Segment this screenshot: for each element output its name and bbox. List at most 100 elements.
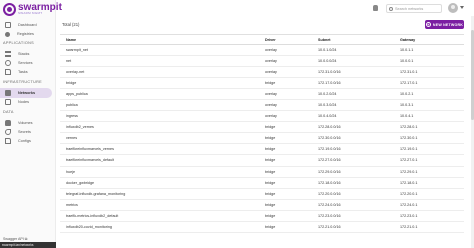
sidebar-item-label: Services [18,61,33,65]
table-row[interactable]: vernes bridge 172.30.0.0/16 172.30.0.1 [60,133,464,145]
sidebar-item-label: Registries [17,32,34,36]
column-header-subnet[interactable]: Subnet [318,35,331,45]
network-gateway: 172.17.0.1 [400,81,418,86]
column-header-gateway[interactable]: Gateway [400,35,415,45]
network-subnet: 10.0.1.0/24 [318,48,337,52]
sidebar-item-label: Volumes [18,121,33,125]
network-subnet: 172.29.0.0/16 [318,169,341,174]
sidebar-item-label: Configs [18,139,31,143]
table-row[interactable]: telegraf-influxdb-grafana_monitoring brid… [60,189,464,200]
table-row[interactable]: docker_gwbridge bridge 172.18.0.0/16 172.18… [60,178,464,189]
network-gateway: 10.0.2.1 [400,92,414,97]
table-row[interactable]: bridge bridge 172.17.0.0/16 172.17.0.1 [60,78,464,90]
network-driver: overlay [265,59,277,64]
network-driver: overlay [265,70,277,75]
network-gateway: 172.28.0.1 [400,125,418,130]
volume-icon [5,120,11,126]
column-header-name[interactable]: Name [66,35,76,45]
user-avatar[interactable] [448,3,458,13]
node-icon [5,99,11,105]
column-header-driver[interactable]: Driver [265,35,276,45]
network-icon [5,90,11,96]
sidebar: swarmpit SWARM MGMT Dashboard Registries… [0,0,62,248]
table-row[interactable]: traefikreinfluxmarvels_vernes bridge 172.1… [60,144,464,156]
section-header-data: DATA [3,110,14,114]
network-gateway: 172.27.0.1 [400,158,418,163]
table-row[interactable]: swarmpit_net overlay 10.0.1.0/24 10.0.1.1 [60,45,464,57]
dashboard-icon [5,22,11,28]
swarmpit-logo-icon [3,2,16,16]
table-header: Name Driver Subnet Gateway [60,35,464,45]
swarmpit-logo[interactable]: swarmpit SWARM MGMT [3,2,62,16]
sidebar-item-label: Dashboard [18,23,37,27]
table-row[interactable]: traefikreinfluxmarvels_default bridge 172.… [60,155,464,167]
add-icon: + [425,22,431,27]
sidebar-item-label: Networks [18,91,36,95]
search-box [386,4,442,13]
network-name: influxdb20-covid_monitoring [66,224,112,229]
network-name: traefikreinfluxmarvels_default [66,158,114,163]
network-gateway: 172.21.0.1 [400,224,418,229]
services-icon [5,60,11,66]
table-row[interactable]: publica overlay 10.0.3.0/24 10.0.3.1 [60,100,464,112]
network-driver: bridge [265,136,276,141]
table-row[interactable]: net overlay 10.0.0.0/24 10.0.0.1 [60,56,464,68]
notification-bell-icon[interactable] [373,5,378,11]
tasks-icon [5,69,11,75]
network-gateway: 172.18.0.1 [400,180,418,185]
network-name: vernes [66,136,78,141]
network-subnet: 172.19.0.0/16 [318,147,341,152]
table-row[interactable]: influxdb2_vernes bridge 172.28.0.0/16 172.2… [60,122,464,134]
network-driver: bridge [265,147,276,152]
table-row[interactable]: influxdb20-covid_monitoring bridge 172.21.… [60,222,464,233]
status-url: swarmpit.lan/networks [0,242,56,248]
network-subnet: 172.23.0.0/16 [318,213,341,218]
network-subnet: 172.31.0.0/16 [318,70,341,75]
sidebar-item-label: Secrets [18,130,31,134]
swagger-api-link[interactable]: Swagger API ⧉ [3,237,27,241]
network-name: overlay-net [66,70,85,75]
network-gateway: 172.23.0.1 [400,213,418,218]
table-row[interactable]: traefik-metrics-influxdb2_default bridge 1… [60,211,464,222]
network-name: telegraf-influxdb-grafana_monitoring [66,191,126,196]
section-header-infrastructure: INFRASTRUCTURE [3,80,43,84]
chevron-down-icon[interactable] [460,6,464,9]
network-name: bridge [66,81,77,86]
sidebar-item-tasks[interactable]: Tasks [0,67,52,77]
network-driver: bridge [265,224,276,229]
network-gateway: 10.0.3.1 [400,103,414,108]
network-name: docker_gwbridge [66,180,95,185]
sidebar-item-nodes[interactable]: Nodes [0,97,52,107]
network-name: publica [66,103,78,108]
network-gateway: 172.20.0.1 [400,191,418,196]
table-row[interactable]: metrics bridge 172.24.0.0/16 172.24.0.1 [60,200,464,211]
sidebar-item-configs[interactable]: Configs [0,136,52,146]
network-driver: bridge [265,81,276,86]
network-subnet: 172.20.0.0/16 [318,191,341,196]
networks-table: Name Driver Subnet Gateway swarmpit_net o… [60,34,464,233]
network-subnet: 172.24.0.0/16 [318,202,341,207]
network-driver: bridge [265,191,276,196]
table-row[interactable]: overlay-net overlay 172.31.0.0/16 172.31.0.… [60,67,464,79]
network-subnet: 172.18.0.0/16 [318,180,341,185]
total-count: Total (21) [62,22,80,27]
secret-icon [5,129,11,135]
network-driver: bridge [265,213,276,218]
network-driver: overlay [265,92,277,97]
table-row[interactable]: ingress overlay 10.0.4.0/24 10.0.4.1 [60,111,464,123]
network-name: hueje [66,169,76,174]
sidebar-item-label: Tasks [18,70,28,74]
table-body: swarmpit_net overlay 10.0.1.0/24 10.0.1.1 ne… [60,45,464,233]
network-subnet: 172.27.0.0/16 [318,158,341,163]
network-gateway: 172.24.0.1 [400,202,418,207]
table-row[interactable]: hueje bridge 172.29.0.0/16 172.29.0.1 [60,167,464,178]
new-network-button[interactable]: + NEW NETWORK [425,20,464,29]
network-name: metrics [66,202,78,207]
network-subnet: 172.21.0.0/16 [318,224,341,229]
table-row[interactable]: apps_publica overlay 10.0.2.0/24 10.0.2.1 [60,89,464,101]
sidebar-item-registries[interactable]: Registries [0,29,52,39]
network-subnet: 10.0.4.0/24 [318,114,337,119]
network-gateway: 172.31.0.1 [400,70,418,75]
network-driver: bridge [265,158,276,163]
search-input[interactable] [395,6,441,11]
